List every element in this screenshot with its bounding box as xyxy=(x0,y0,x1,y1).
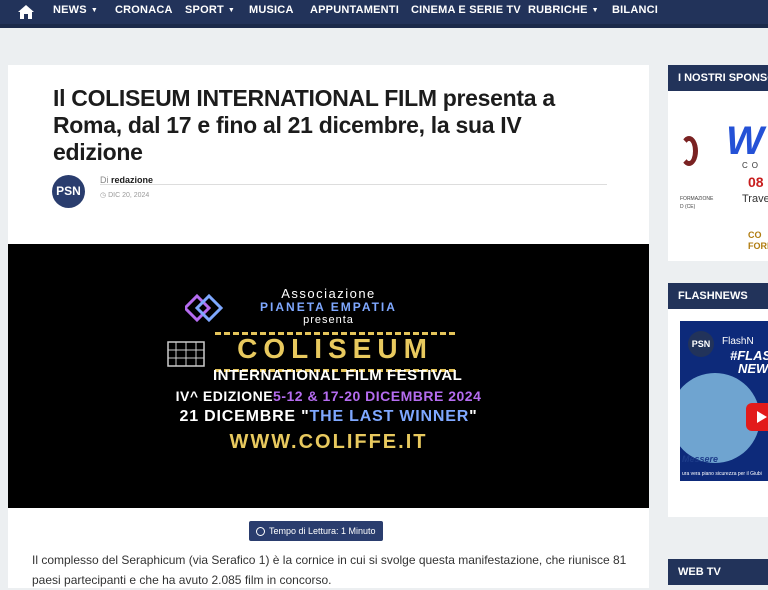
edition-label: IV^ EDIZIONE xyxy=(175,388,274,404)
main-navigation: NEWS ▼ CRONACA SPORT ▼ MUSICA APPUNTAMENTI… xyxy=(0,0,768,24)
festival-url: WWW.COLIFFE.IT xyxy=(229,431,428,453)
edition-line: IV^ EDIZIONE5-12 & 17-20 DICEMBRE 2024 xyxy=(8,388,649,404)
nav-item-label: CINEMA E SERIE TV xyxy=(411,4,521,16)
nav-item-appuntamenti[interactable]: APPUNTAMENTI xyxy=(310,0,399,24)
flashnews-widget-title: FLASHNEWS xyxy=(668,283,768,309)
nav-item-label: MUSICA xyxy=(249,4,294,16)
flashnews-widget: PSN FlashN #FLAS NEW Messere ura vera pi… xyxy=(668,309,768,517)
clock-icon: ◷ xyxy=(100,192,107,199)
presenta-label: presenta xyxy=(303,314,354,326)
nav-item-cronaca[interactable]: CRONACA xyxy=(115,0,173,24)
sponsor-footer-text: CO FORM xyxy=(748,230,768,252)
by-prefix: Di xyxy=(100,175,109,185)
sponsor-footer-line: CO xyxy=(748,230,762,240)
nav-item-label: NEWS xyxy=(53,4,87,16)
sponsor-tagline: Trave xyxy=(742,193,768,205)
reading-time-badge: Tempo di Lettura: 1 Minuto xyxy=(249,521,383,541)
video-news-label: NEW xyxy=(738,361,768,376)
play-button-icon[interactable] xyxy=(746,403,768,431)
nav-item-cinema-serie-tv[interactable]: CINEMA E SERIE TV xyxy=(411,0,521,24)
nav-shadow xyxy=(0,24,768,28)
nav-item-label: APPUNTAMENTI xyxy=(310,4,399,16)
coliseum-title: COLISEUM xyxy=(237,333,433,364)
nav-item-musica[interactable]: MUSICA xyxy=(249,0,294,24)
festival-name: INTERNATIONAL FILM FESTIVAL xyxy=(213,367,463,384)
sponsors-widget-title: I NOSTRI SPONSOR xyxy=(668,65,768,91)
caret-down-icon: ▼ xyxy=(591,7,599,14)
nav-item-label: SPORT xyxy=(185,4,224,16)
byline: Di redazione xyxy=(100,175,153,185)
post-date: ◷ DIC 20, 2024 xyxy=(100,191,149,199)
article-card: Il COLISEUM INTERNATIONAL FILM presenta … xyxy=(8,65,649,588)
flashnews-video-thumbnail[interactable]: PSN FlashN #FLAS NEW Messere ura vera pi… xyxy=(680,321,768,481)
clock-icon xyxy=(256,527,265,536)
post-date-text: DIC 20, 2024 xyxy=(108,192,150,199)
edition-dates: 5-12 & 17-20 DICEMBRE 2024 xyxy=(273,388,482,404)
sponsor-phone: 08 xyxy=(748,174,764,190)
colosseum-icon xyxy=(167,341,205,367)
sponsor-brand-text: CO xyxy=(742,161,762,170)
date-21: 21 DICEMBRE " xyxy=(179,408,310,425)
video-logo-text: Messere xyxy=(682,454,719,464)
author-link[interactable]: redazione xyxy=(111,175,153,185)
close-quote: " xyxy=(469,408,478,425)
nav-item-rubriche[interactable]: RUBRICHE ▼ xyxy=(528,0,599,24)
nav-item-label: CRONACA xyxy=(115,4,173,16)
nav-item-sport[interactable]: SPORT ▼ xyxy=(185,0,235,24)
sponsor-footer-line: FORM xyxy=(748,241,768,251)
organization-name: PIANETA EMPATIA xyxy=(260,300,397,314)
nav-item-label: BILANCI xyxy=(612,4,659,16)
nav-item-label: RUBRICHE xyxy=(528,4,588,16)
association-label: Associazione xyxy=(281,286,376,301)
nav-item-news[interactable]: NEWS ▼ xyxy=(53,0,98,24)
author-avatar[interactable]: PSN xyxy=(52,175,85,208)
last-winner: THE LAST WINNER xyxy=(309,408,470,425)
home-icon[interactable] xyxy=(17,3,35,21)
channel-avatar: PSN xyxy=(688,331,714,357)
channel-name: FlashN xyxy=(722,336,754,347)
reading-time-text: Tempo di Lettura: 1 Minuto xyxy=(269,526,376,536)
last-winner-line: 21 DICEMBRE "THE LAST WINNER" xyxy=(8,408,649,426)
sponsor-ring-logo-icon xyxy=(680,136,698,166)
sponsors-banner[interactable]: W CO 08 Trave FORMAZIONE D (CE) CO FORM xyxy=(668,91,768,261)
nav-item-bilanci[interactable]: BILANCI xyxy=(612,0,658,24)
article-body: Il complesso del Seraphicum (via Serafic… xyxy=(32,553,627,587)
webtv-widget-title: WEB TV xyxy=(668,559,768,585)
featured-image: Associazione PIANETA EMPATIA presenta CO… xyxy=(8,244,649,508)
byline-divider xyxy=(100,184,607,185)
article-title[interactable]: Il COLISEUM INTERNATIONAL FILM presenta … xyxy=(53,85,613,166)
caret-down-icon: ▼ xyxy=(227,7,236,14)
sponsor-small-text: FORMAZIONE D (CE) xyxy=(680,196,714,210)
caret-down-icon: ▼ xyxy=(90,7,98,14)
video-caption: ura vera piano sicurezza per il Giubi xyxy=(682,471,762,477)
sponsor-w-logo-icon: W xyxy=(726,119,764,163)
